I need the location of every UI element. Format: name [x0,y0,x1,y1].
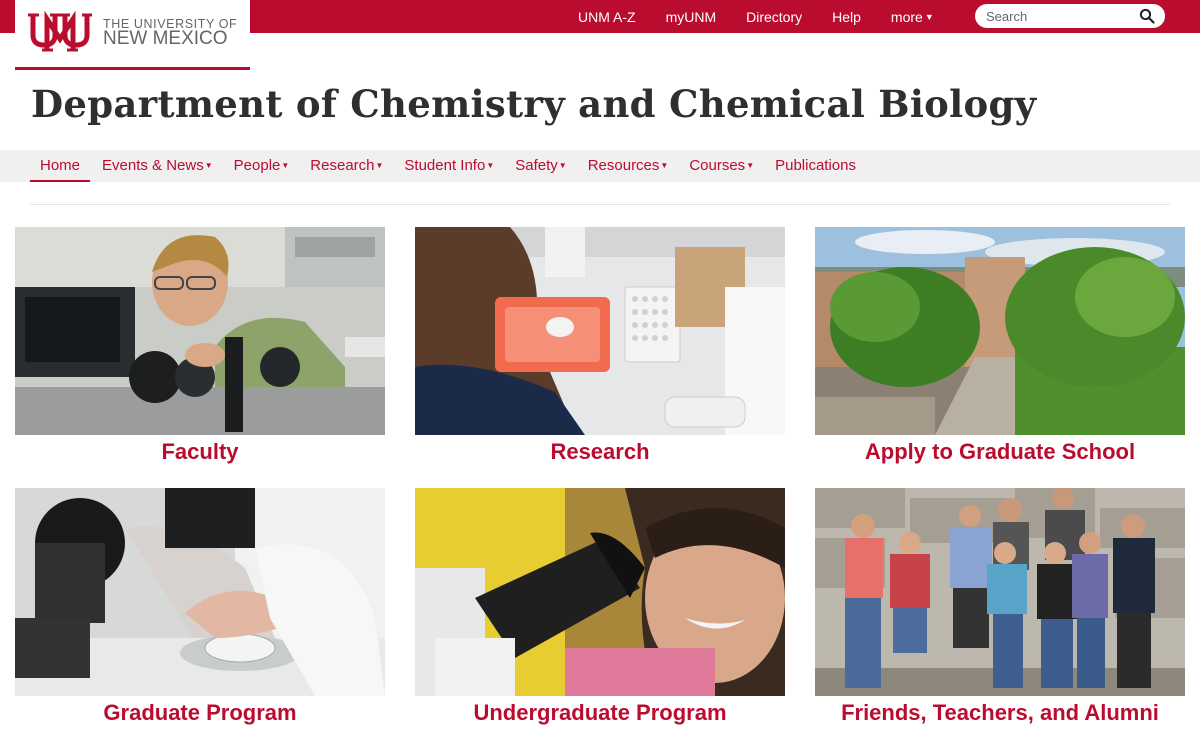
nav-item-label: Resources [587,157,660,174]
nav-item-label: Research [310,157,375,174]
more-dropdown[interactable]: more ▼ [891,9,934,25]
nav-item-home[interactable]: Home [30,150,91,182]
utility-nav: UNM A-Z myUNM Directory Help more ▼ [578,0,949,33]
lab-bench-pipetting-photo [415,227,785,435]
nav-item-label: Publications [775,157,856,174]
tile-apply-graduate[interactable]: Apply to Graduate School [815,227,1185,465]
search-box [975,4,1165,28]
nav-item-safety[interactable]: Safety▼ [515,150,566,182]
nav-item-label: Home [40,157,81,174]
unm-logo[interactable]: THE UNIVERSITY OF NEW MEXICO [15,0,250,70]
main-nav: Home Events & News▼ People▼ Research▼ Studen… [0,150,1200,182]
tile-undergraduate-program[interactable]: Undergraduate Program [415,488,785,726]
page-title: Department of Chemistry and Chemical Bio… [31,82,1037,126]
unm-monogram-icon [28,11,92,52]
logo-line-2: NEW MEXICO [103,28,228,49]
link-directory[interactable]: Directory [746,9,802,25]
nav-item-research[interactable]: Research▼ [310,150,383,182]
tile-caption[interactable]: Faculty [15,439,385,465]
microscope-petri-dish-photo [15,488,385,696]
tile-caption[interactable]: Apply to Graduate School [815,439,1185,465]
tile-faculty[interactable]: Faculty [15,227,385,465]
tile-caption[interactable]: Friends, Teachers, and Alumni [815,700,1185,726]
caret-down-icon: ▼ [204,161,213,170]
caret-down-icon: ▼ [486,161,495,170]
nav-item-label: Courses [689,157,746,174]
campus-courtyard-photo [815,227,1185,435]
search-input[interactable] [986,8,1136,24]
tile-caption[interactable]: Graduate Program [15,700,385,726]
student-at-microscope-photo [415,488,785,696]
search-icon[interactable] [1139,8,1155,24]
nav-item-publications[interactable]: Publications [775,150,856,182]
more-label: more [890,8,923,25]
nav-item-events-news[interactable]: Events & News▼ [102,150,213,182]
link-myunm[interactable]: myUNM [666,9,717,25]
nav-item-label: Safety [515,157,558,174]
nav-item-resources[interactable]: Resources▼ [588,150,669,182]
nav-item-courses[interactable]: Courses▼ [689,150,754,182]
tile-caption[interactable]: Undergraduate Program [415,700,785,726]
tile-graduate-program[interactable]: Graduate Program [15,488,385,726]
divider [30,204,1170,205]
nav-item-people[interactable]: People▼ [234,150,290,182]
nav-item-label: Events & News [102,157,204,174]
caret-down-icon: ▼ [281,161,290,170]
caret-down-icon: ▼ [375,161,384,170]
nav-item-label: Student Info [404,157,486,174]
link-unm-a-z[interactable]: UNM A-Z [578,9,636,25]
scientist-at-optics-bench-photo [15,227,385,435]
caret-down-icon: ▼ [924,11,934,22]
caret-down-icon: ▼ [746,161,755,170]
nav-item-label: People [233,157,281,174]
group-photo [815,488,1185,696]
tile-caption[interactable]: Research [415,439,785,465]
caret-down-icon: ▼ [558,161,567,170]
link-help[interactable]: Help [832,9,861,25]
tile-friends-teachers-alumni[interactable]: Friends, Teachers, and Alumni [815,488,1185,726]
tile-research[interactable]: Research [415,227,785,465]
caret-down-icon: ▼ [660,161,669,170]
nav-item-student-info[interactable]: Student Info▼ [404,150,494,182]
